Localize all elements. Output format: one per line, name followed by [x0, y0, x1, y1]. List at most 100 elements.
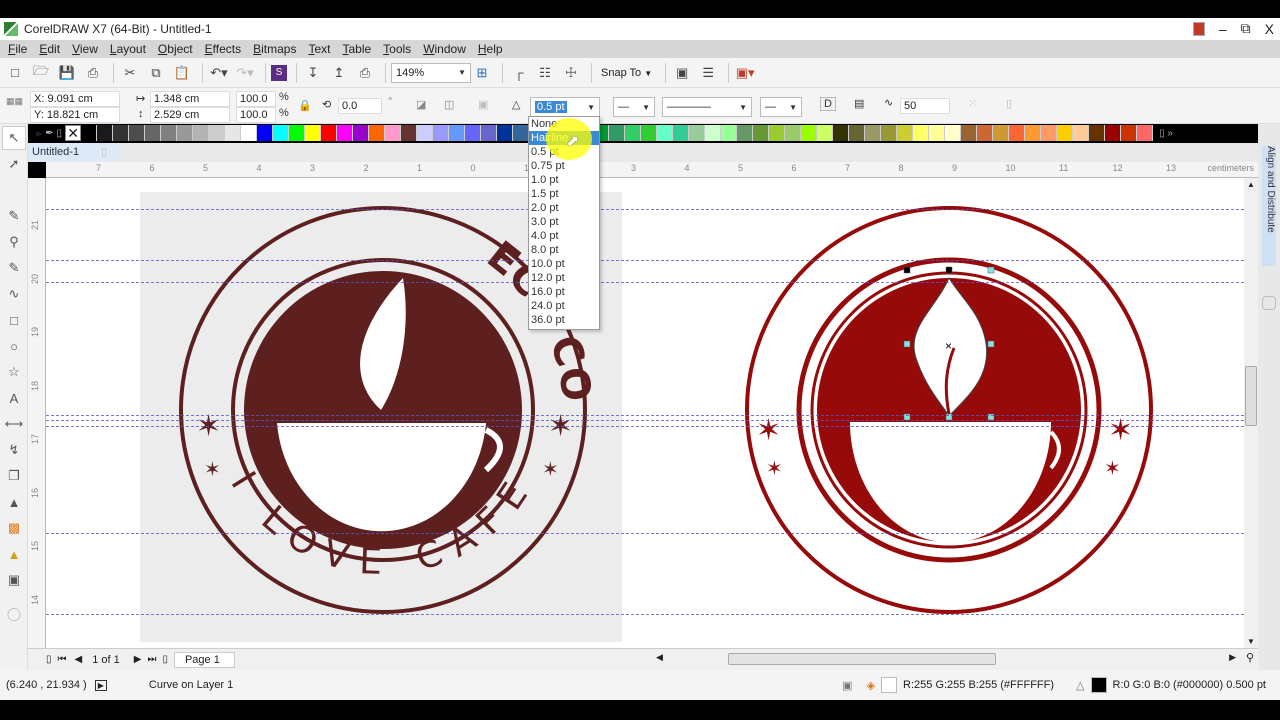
fill-color-swatch[interactable] — [881, 677, 898, 693]
x-position-field[interactable]: X: 9.091 cm — [30, 91, 120, 107]
menu-table[interactable]: Table — [342, 42, 371, 56]
color-swatch[interactable] — [865, 125, 882, 141]
outline-option[interactable]: 0.75 pt — [529, 159, 599, 173]
page-tab[interactable]: Page 1 — [173, 651, 235, 668]
menu-edit[interactable]: Edit — [39, 42, 60, 56]
handle-middle-left[interactable] — [903, 340, 911, 348]
ellipse-tool-icon[interactable]: ○ — [2, 334, 26, 358]
drawing-canvas[interactable]: ECO COFFEE WORLD I LOVE CAFÉ ✶ ✶ ✶ ✶ ✶ ✶ — [46, 178, 1244, 648]
guideline[interactable] — [46, 282, 1244, 283]
search-content-icon[interactable]: S — [271, 64, 287, 81]
color-swatch[interactable] — [1009, 125, 1026, 141]
smart-fill-icon[interactable]: ▣ — [2, 568, 26, 592]
scroll-up-icon[interactable]: ▲ — [1247, 180, 1255, 189]
color-swatch[interactable] — [1137, 125, 1154, 141]
menu-view[interactable]: View — [72, 42, 98, 56]
handle-top-right[interactable] — [987, 266, 995, 274]
color-swatch[interactable] — [513, 125, 530, 141]
add-page-after-icon[interactable]: ▯ — [162, 654, 168, 665]
reference-point-icon[interactable]: ▦▦ — [6, 96, 23, 107]
full-screen-preview-icon[interactable]: ⊞ — [471, 62, 493, 84]
color-swatch[interactable] — [737, 125, 754, 141]
scroll-down-icon[interactable]: ▼ — [1247, 637, 1255, 646]
show-guidelines-icon[interactable]: ☩ — [560, 62, 582, 84]
start-arrowhead-select[interactable]: — ▼ — [613, 97, 655, 117]
color-swatch[interactable] — [385, 125, 402, 141]
color-swatch[interactable] — [657, 125, 674, 141]
color-swatch[interactable] — [305, 125, 322, 141]
quick-customize-icon[interactable]: ▯ — [1006, 97, 1012, 110]
minimize-button[interactable]: – — [1219, 21, 1227, 37]
redo-icon[interactable]: ↷▾ — [234, 62, 256, 84]
artistic-media-icon[interactable]: ∿ — [2, 282, 26, 306]
mirror-horizontal-icon[interactable]: ◪ — [416, 98, 426, 111]
show-grid-icon[interactable]: ☷ — [534, 62, 556, 84]
color-swatch[interactable] — [897, 125, 914, 141]
color-swatch[interactable] — [769, 125, 786, 141]
cut-icon[interactable]: ✂ — [119, 62, 141, 84]
color-swatch[interactable] — [225, 125, 242, 141]
color-swatch[interactable] — [465, 125, 482, 141]
vertical-scroll-thumb[interactable] — [1245, 366, 1257, 426]
guideline[interactable] — [46, 426, 1244, 427]
menu-layout[interactable]: Layout — [110, 42, 146, 56]
palette-menu-arrow-icon[interactable]: ▶ — [36, 129, 42, 138]
color-swatch[interactable] — [881, 125, 898, 141]
color-swatch[interactable] — [1057, 125, 1074, 141]
vertical-ruler[interactable]: 21 20 19 18 17 16 15 14 — [28, 178, 46, 648]
freehand-tool-icon[interactable]: ✎ — [2, 256, 26, 280]
mirror-vertical-icon[interactable]: ◫ — [444, 98, 454, 111]
color-swatch[interactable] — [257, 125, 274, 141]
outline-option[interactable]: 12.0 pt — [529, 271, 599, 285]
add-page-before-icon[interactable]: ▯ — [46, 654, 52, 665]
outline-option[interactable]: None — [529, 117, 599, 131]
color-swatch[interactable] — [321, 125, 338, 141]
guideline[interactable] — [46, 260, 1244, 261]
outline-option[interactable]: 1.5 pt — [529, 187, 599, 201]
color-swatch[interactable] — [609, 125, 626, 141]
horizontal-scroll-thumb[interactable] — [728, 653, 996, 665]
menu-help[interactable]: Help — [478, 42, 503, 56]
outline-option-highlighted[interactable]: Hairline — [529, 131, 599, 145]
palette-scroll-icon[interactable]: ▯ » — [1159, 128, 1173, 139]
open-icon[interactable]: 🗁 — [30, 62, 52, 84]
menu-bitmaps[interactable]: Bitmaps — [253, 42, 296, 56]
color-swatch[interactable] — [81, 125, 98, 141]
color-swatch[interactable] — [177, 125, 194, 141]
outline-color-swatch[interactable] — [1090, 677, 1107, 693]
color-swatch[interactable] — [209, 125, 226, 141]
eyedropper-icon[interactable]: ✒ — [45, 128, 53, 139]
application-launcher-icon[interactable]: ▣▾ — [734, 62, 756, 84]
shape-tool-icon[interactable]: ➚ — [2, 152, 26, 176]
close-button[interactable]: X — [1265, 21, 1274, 37]
transparency-tool-icon[interactable]: ▲ — [2, 490, 26, 514]
outline-option[interactable]: 24.0 pt — [529, 299, 599, 313]
wrap-text-icon[interactable]: ▤ — [854, 97, 864, 110]
tab-close-icon[interactable]: ▯ — [101, 146, 107, 158]
copy-icon[interactable]: ⧉ — [145, 62, 167, 84]
scale-x-field[interactable]: 100.0 — [236, 91, 276, 107]
undo-icon[interactable]: ↶▾ — [208, 62, 230, 84]
color-swatch[interactable] — [97, 125, 114, 141]
color-swatch[interactable] — [129, 125, 146, 141]
drop-shadow-icon[interactable]: ❐ — [2, 464, 26, 488]
color-swatch[interactable] — [401, 125, 418, 141]
color-proofing-icon[interactable]: ▣ — [842, 679, 852, 692]
user-account-icon[interactable] — [1192, 21, 1205, 36]
color-swatch[interactable] — [417, 125, 434, 141]
paste-icon[interactable]: 📋 — [171, 62, 193, 84]
print-icon[interactable]: ⎙ — [82, 62, 104, 84]
guideline[interactable] — [46, 420, 1244, 421]
color-swatch[interactable] — [849, 125, 866, 141]
handle-top-center[interactable] — [945, 266, 953, 274]
color-swatch[interactable] — [193, 125, 210, 141]
color-swatch[interactable] — [113, 125, 130, 141]
outline-width-select[interactable]: 0.5 pt ▼ — [530, 97, 600, 117]
color-swatch[interactable] — [353, 125, 370, 141]
menu-effects[interactable]: Effects — [205, 42, 241, 56]
extract-subpath-icon[interactable]: ⁙ — [968, 97, 977, 110]
menu-file[interactable]: File — [8, 42, 27, 56]
color-swatch[interactable] — [273, 125, 290, 141]
show-rulers-icon[interactable]: ┌ — [508, 62, 530, 84]
outline-option[interactable]: 4.0 pt — [529, 229, 599, 243]
